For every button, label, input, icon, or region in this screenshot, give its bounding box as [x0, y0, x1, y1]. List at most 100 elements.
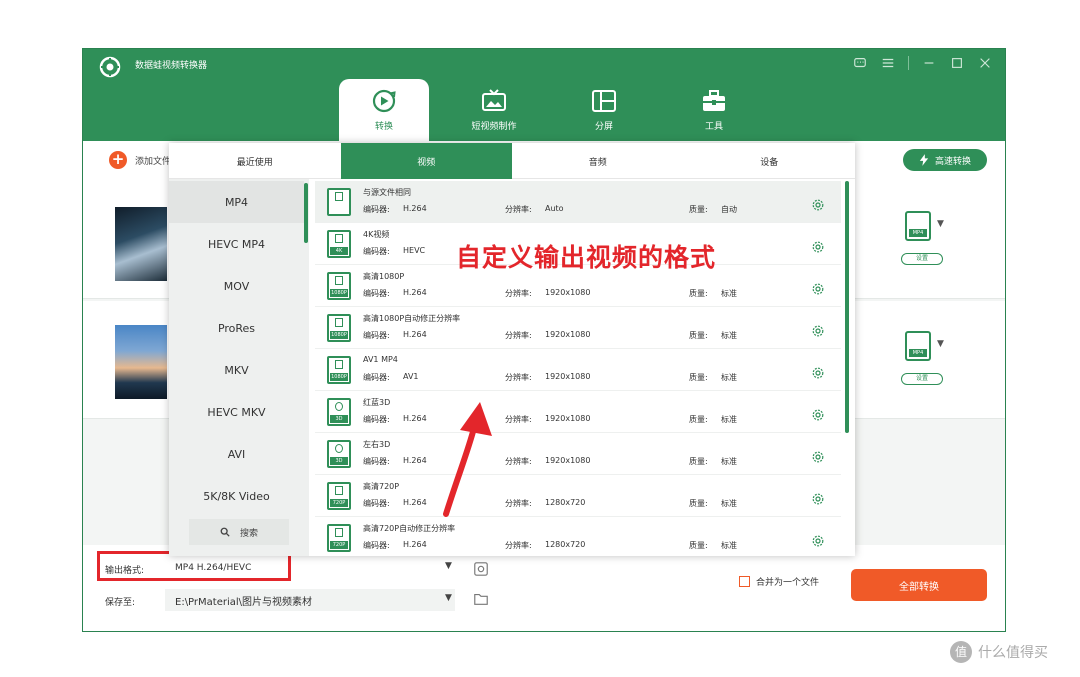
save-to-caret-icon[interactable]: ▼: [445, 593, 452, 603]
gear-icon[interactable]: [811, 533, 825, 547]
preset-badge: 4K: [330, 247, 348, 255]
output-settings-icon[interactable]: [473, 561, 491, 579]
category-item[interactable]: ProRes: [169, 307, 304, 349]
video-thumbnail[interactable]: [115, 325, 167, 399]
preset-badge: 1080P: [330, 289, 348, 297]
gear-icon[interactable]: [811, 407, 825, 421]
category-item[interactable]: MP4: [169, 181, 304, 223]
merge-option[interactable]: 合并为一个文件: [739, 575, 819, 588]
gear-icon[interactable]: [811, 281, 825, 295]
preset-row[interactable]: 720P 高清720P 编码器: H.264 分辨率: 1280x720 质量:…: [315, 475, 841, 517]
fast-convert-button[interactable]: 高速转换: [903, 149, 987, 171]
video-thumbnail[interactable]: [115, 207, 167, 281]
resolution-label: 分辨率:: [505, 415, 532, 424]
quality-value: 标准: [721, 499, 737, 508]
quality-value: 自动: [721, 205, 737, 214]
format-search-button[interactable]: 搜索: [189, 519, 289, 545]
format-chip[interactable]: MP4: [905, 211, 931, 241]
preset-scrollbar[interactable]: [845, 181, 849, 433]
encoder-label: 编码器:: [363, 541, 390, 550]
title-bar: 数据蛙视频转换器: [83, 49, 1005, 83]
format-picker-tabs: 最近使用 视频 音频 设备: [169, 143, 855, 179]
encoder-value: AV1: [403, 372, 419, 381]
preset-row[interactable]: 720P 高清720P自动修正分辨率 编码器: H.264 分辨率: 1280x…: [315, 517, 841, 559]
category-item[interactable]: MOV: [169, 265, 304, 307]
gear-icon[interactable]: [811, 449, 825, 463]
tab-tools[interactable]: 工具: [669, 79, 759, 141]
close-icon[interactable]: [977, 55, 993, 71]
preset-list: 与源文件相同 编码器: H.264 分辨率: Auto 质量: 自动 4K 4K…: [315, 179, 841, 556]
convert-all-button[interactable]: 全部转换: [851, 569, 987, 601]
tab-split-screen[interactable]: 分屏: [559, 79, 649, 141]
preset-file-icon: 720P: [327, 524, 351, 552]
format-caret-icon[interactable]: ▼: [937, 219, 944, 229]
format-category-list: MP4 HEVC MP4 MOV ProRes MKV HEVC MKV AVI…: [169, 179, 309, 556]
preset-file-icon: 1080P: [327, 272, 351, 300]
preset-row[interactable]: 1080P 高清1080P自动修正分辨率 编码器: H.264 分辨率: 192…: [315, 307, 841, 349]
encoder-label: 编码器:: [363, 289, 390, 298]
save-to-label: 保存至:: [105, 598, 136, 608]
category-item[interactable]: HEVC MKV: [169, 391, 304, 433]
gear-icon[interactable]: [811, 323, 825, 337]
gear-icon[interactable]: [811, 491, 825, 505]
gear-icon[interactable]: [811, 197, 825, 211]
resolution-value: 1920x1080: [545, 330, 591, 339]
category-item[interactable]: HEVC MP4: [169, 223, 304, 265]
settings-button[interactable]: 设置: [901, 253, 943, 265]
encoder-value: H.264: [403, 498, 427, 507]
output-format-caret-icon[interactable]: ▼: [445, 561, 452, 571]
resolution-label: 分辨率:: [505, 373, 532, 382]
minimize-icon[interactable]: [921, 55, 937, 71]
title-divider: [908, 56, 909, 70]
convert-icon: [372, 89, 396, 113]
preset-name: 高清1080P自动修正分辨率: [363, 314, 461, 323]
preset-row[interactable]: 1080P AV1 MP4 编码器: AV1 分辨率: 1920x1080 质量…: [315, 349, 841, 391]
preset-row[interactable]: 与源文件相同 编码器: H.264 分辨率: Auto 质量: 自动: [315, 181, 841, 223]
encoder-label: 编码器:: [363, 499, 390, 508]
tab-recent[interactable]: 最近使用: [169, 143, 341, 179]
maximize-icon[interactable]: [949, 55, 965, 71]
folder-icon[interactable]: [473, 591, 491, 609]
format-chip[interactable]: MP4: [905, 331, 931, 361]
menu-icon[interactable]: [880, 55, 896, 71]
format-picker-panel: 最近使用 视频 音频 设备 MP4 HEVC MP4 MOV ProRes MK…: [169, 143, 855, 556]
category-item[interactable]: AVI: [169, 433, 304, 475]
resolution-value: Auto: [545, 204, 564, 213]
category-scrollbar[interactable]: [304, 183, 308, 243]
add-file-button[interactable]: + 添加文件: [109, 151, 171, 169]
save-to-path-field[interactable]: E:\PrMaterial\图片与视频素材: [165, 589, 455, 611]
feedback-icon[interactable]: [852, 55, 868, 71]
gear-icon[interactable]: [811, 239, 825, 253]
preset-file-icon: 720P: [327, 482, 351, 510]
quality-value: 标准: [721, 331, 737, 340]
gear-icon[interactable]: [811, 365, 825, 379]
resolution-label: 分辨率:: [505, 457, 532, 466]
encoder-value: H.264: [403, 288, 427, 297]
encoder-value: H.264: [403, 456, 427, 465]
settings-button[interactable]: 设置: [901, 373, 943, 385]
preset-row[interactable]: 3D 左右3D 编码器: H.264 分辨率: 1920x1080 质量: 标准: [315, 433, 841, 475]
resolution-label: 分辨率:: [505, 289, 532, 298]
merge-label: 合并为一个文件: [756, 578, 820, 588]
plus-icon: +: [109, 151, 127, 169]
format-caret-icon[interactable]: ▼: [937, 339, 944, 349]
preset-row[interactable]: 3D 红蓝3D 编码器: H.264 分辨率: 1920x1080 质量: 标准: [315, 391, 841, 433]
tab-short-video[interactable]: 短视频制作: [449, 79, 539, 141]
tab-convert[interactable]: 转换: [339, 79, 429, 141]
split-screen-icon: [592, 90, 616, 112]
preset-badge: 3D: [330, 415, 348, 423]
resolution-value: 1920x1080: [545, 456, 591, 465]
resolution-value: 1280x720: [545, 498, 586, 507]
tab-device[interactable]: 设备: [684, 143, 856, 179]
preset-name: 4K视频: [363, 230, 390, 239]
tab-split-screen-label: 分屏: [594, 122, 613, 132]
tab-audio[interactable]: 音频: [512, 143, 684, 179]
preset-file-icon: [327, 188, 351, 216]
category-item[interactable]: 5K/8K Video: [169, 475, 304, 517]
tab-video[interactable]: 视频: [340, 143, 512, 179]
category-item[interactable]: MKV: [169, 349, 304, 391]
encoder-label: 编码器:: [363, 415, 390, 424]
merge-checkbox[interactable]: [739, 576, 750, 587]
quality-label: 质量:: [689, 415, 708, 424]
watermark-logo: 值: [950, 641, 972, 663]
